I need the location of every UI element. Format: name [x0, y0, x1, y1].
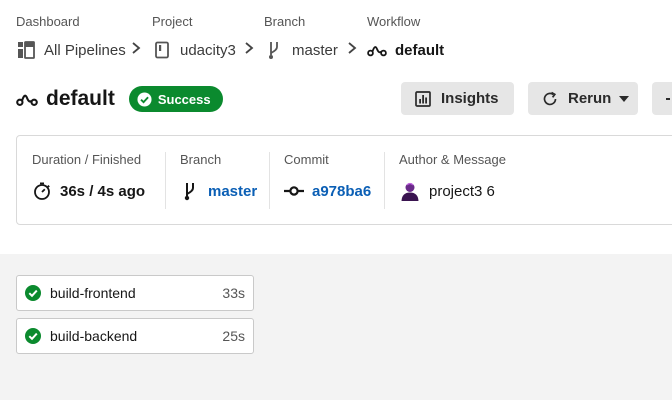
- breadcrumb-branch-link[interactable]: master: [264, 40, 338, 60]
- avatar: [399, 180, 421, 202]
- status-badge-label: Success: [157, 91, 211, 107]
- job-duration: 33s: [222, 285, 245, 301]
- branch-icon: [180, 181, 200, 201]
- summary-duration-value: 36s / 4s ago: [60, 182, 146, 200]
- breadcrumb-branch: Branch master: [264, 14, 338, 59]
- status-badge: Success: [128, 86, 223, 112]
- chevron-right-icon: [132, 42, 141, 54]
- job-name: build-backend: [50, 328, 138, 344]
- caret-down-icon: [619, 95, 630, 102]
- summary-commit-value-row: a978ba6: [284, 180, 371, 202]
- page-title: default: [46, 87, 115, 110]
- breadcrumb-project: Project udacity3: [152, 14, 236, 59]
- job-duration: 25s: [222, 328, 245, 344]
- summary-author: Author & Message project3 6: [399, 152, 506, 202]
- summary-author-label: Author & Message: [399, 152, 506, 167]
- repo-icon: [152, 40, 172, 60]
- workflow-icon: [367, 40, 387, 60]
- summary-branch-link[interactable]: master: [208, 183, 257, 200]
- breadcrumb-branch-label: Branch: [264, 14, 306, 29]
- breadcrumb-workflow-current: default: [367, 40, 444, 60]
- rerun-icon: [541, 90, 559, 108]
- rerun-button[interactable]: Rerun: [528, 82, 638, 115]
- summary-branch-label: Branch: [180, 152, 222, 167]
- summary-divider: [165, 152, 166, 209]
- more-actions-button[interactable]: [652, 82, 672, 115]
- commit-icon: [284, 181, 304, 201]
- breadcrumb-dashboard-link[interactable]: All Pipelines: [16, 40, 126, 60]
- summary-duration-value-row: 36s / 4s ago: [32, 180, 145, 202]
- breadcrumb-project-link[interactable]: udacity3: [152, 40, 236, 60]
- breadcrumb-workflow-value: default: [395, 41, 445, 59]
- summary-commit: Commit a978ba6: [284, 152, 371, 200]
- summary-author-message: project3 6: [429, 182, 495, 200]
- branch-icon: [264, 40, 284, 60]
- summary-branch-value-row: master: [180, 180, 257, 202]
- check-circle-icon: [25, 285, 41, 301]
- summary-duration-label: Duration / Finished: [32, 152, 142, 167]
- breadcrumb-branch-value: master: [292, 41, 338, 59]
- summary-author-value-row: project3 6: [399, 180, 495, 202]
- breadcrumb-workflow-label: Workflow: [367, 14, 421, 29]
- bar-chart-icon: [414, 90, 432, 108]
- check-circle-icon: [25, 328, 41, 344]
- job-name: build-frontend: [50, 285, 136, 301]
- insights-button-label: Insights: [441, 90, 499, 107]
- chevron-right-icon: [348, 42, 357, 54]
- job-card-build-backend[interactable]: build-backend 25s: [16, 318, 254, 354]
- breadcrumb-dashboard: Dashboard All Pipelines: [16, 14, 126, 59]
- workflow-icon: [16, 88, 38, 110]
- chevron-right-icon: [245, 42, 254, 54]
- summary-commit-label: Commit: [284, 152, 329, 167]
- workflow-title-row: default Success: [16, 84, 223, 114]
- more-icon: [666, 97, 672, 101]
- summary-branch: Branch master: [180, 152, 257, 201]
- job-card-build-frontend[interactable]: build-frontend 33s: [16, 275, 254, 311]
- grid-icon: [16, 40, 36, 60]
- header-area: Dashboard All Pipelines Project udacity3…: [0, 0, 672, 254]
- stopwatch-icon: [32, 181, 52, 201]
- breadcrumb-project-label: Project: [152, 14, 193, 29]
- summary-duration: Duration / Finished 36s / 4s ago: [32, 152, 145, 200]
- workflow-summary-card: Duration / Finished 36s / 4s ago Branch …: [16, 135, 672, 225]
- breadcrumb-workflow: Workflow default: [367, 14, 444, 59]
- rerun-button-label: Rerun: [568, 90, 612, 107]
- check-circle-icon: [137, 91, 152, 107]
- summary-divider: [269, 152, 270, 209]
- breadcrumb-dashboard-label: Dashboard: [16, 14, 80, 29]
- insights-button[interactable]: Insights: [401, 82, 514, 115]
- breadcrumb-dashboard-value: All Pipelines: [44, 41, 126, 59]
- breadcrumb-project-value: udacity3: [180, 41, 236, 59]
- summary-divider: [384, 152, 385, 209]
- summary-commit-link[interactable]: a978ba6: [312, 183, 371, 200]
